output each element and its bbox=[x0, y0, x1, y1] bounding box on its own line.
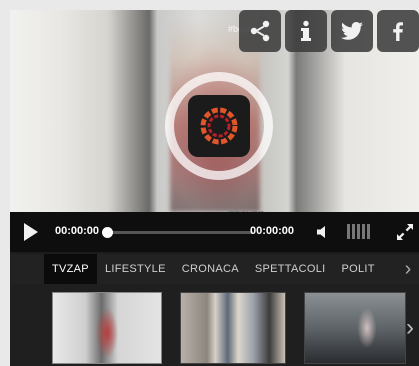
channel-logo bbox=[188, 95, 250, 157]
share-button[interactable] bbox=[239, 10, 281, 52]
category-tabs: TVZAP LIFESTYLE CRONACA SPETTACOLI POLIT… bbox=[10, 254, 419, 284]
share-icon bbox=[250, 20, 270, 42]
info-button[interactable] bbox=[285, 10, 327, 52]
tab-spettacoli[interactable]: SPETTACOLI bbox=[247, 254, 334, 284]
seek-bar[interactable] bbox=[105, 231, 253, 234]
video-thumbnail[interactable] bbox=[52, 292, 162, 364]
big-play-button[interactable] bbox=[165, 72, 273, 180]
tab-cronaca[interactable]: CRONACA bbox=[174, 254, 247, 284]
volume-bar bbox=[352, 224, 355, 239]
facebook-button[interactable] bbox=[377, 10, 419, 52]
seek-handle[interactable] bbox=[102, 227, 113, 238]
fullscreen-icon[interactable] bbox=[395, 222, 415, 242]
volume-bar bbox=[347, 224, 350, 239]
thumbnails-prev-area bbox=[10, 304, 28, 352]
video-thumbnail[interactable] bbox=[304, 292, 406, 364]
tab-list: TVZAP LIFESTYLE CRONACA SPETTACOLI POLIT bbox=[44, 254, 383, 284]
video-player: #beyon #beyon bbox=[10, 10, 419, 366]
tab-lifestyle[interactable]: LIFESTYLE bbox=[97, 254, 174, 284]
tabs-next-arrow-icon[interactable]: › bbox=[397, 254, 419, 284]
facebook-icon bbox=[393, 22, 403, 41]
info-icon bbox=[301, 20, 311, 41]
twitter-icon bbox=[341, 22, 363, 40]
play-icon[interactable] bbox=[24, 223, 38, 241]
duration: 00:00:00 bbox=[250, 225, 295, 237]
share-bar bbox=[239, 10, 419, 52]
control-bar: 00:00:00 00:00:00 bbox=[10, 212, 419, 252]
video-thumbnails: › bbox=[10, 284, 419, 366]
channel-logo-icon bbox=[200, 107, 238, 145]
twitter-button[interactable] bbox=[331, 10, 373, 52]
volume-slider[interactable] bbox=[347, 224, 370, 239]
video-area[interactable]: #beyon #beyon bbox=[10, 10, 419, 220]
current-time: 00:00:00 bbox=[55, 225, 100, 237]
video-thumbnail[interactable] bbox=[180, 292, 286, 364]
tab-politica[interactable]: POLIT bbox=[334, 254, 383, 284]
volume-bar bbox=[367, 224, 370, 239]
volume-icon[interactable] bbox=[315, 224, 331, 240]
volume-bar bbox=[362, 224, 365, 239]
volume-bar bbox=[357, 224, 360, 239]
thumbnails-next-arrow-icon[interactable]: › bbox=[401, 304, 419, 352]
tab-tvzap[interactable]: TVZAP bbox=[44, 254, 97, 284]
